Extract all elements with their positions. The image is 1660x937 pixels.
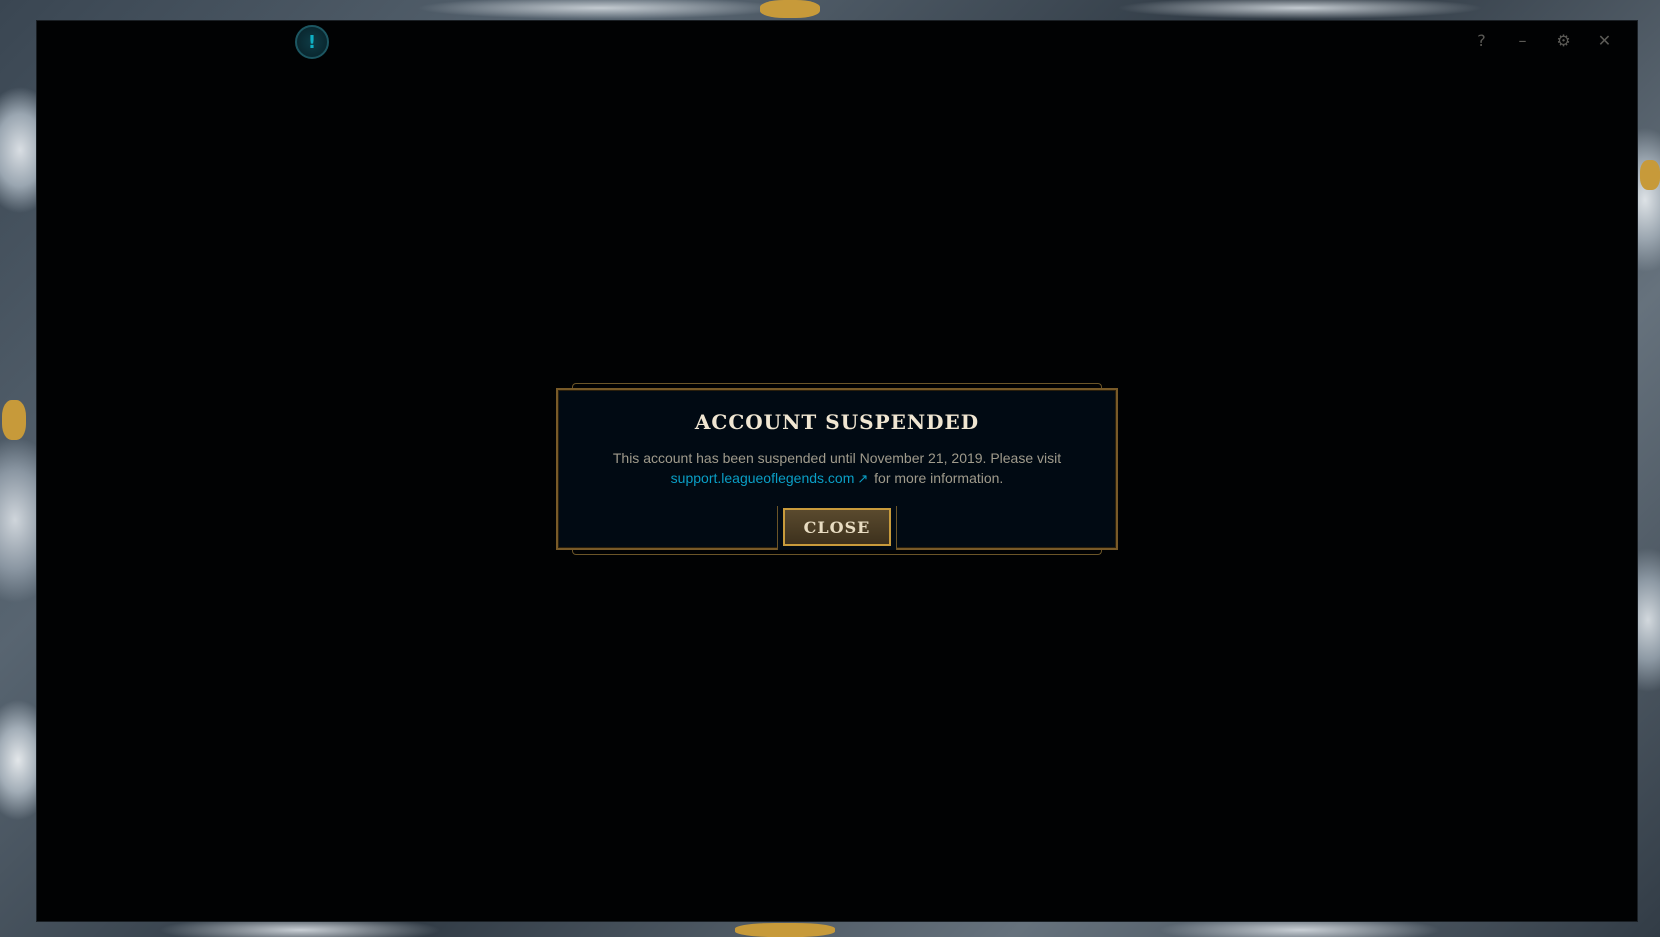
- message-text-before-link: This account has been suspended until No…: [612, 450, 1062, 466]
- window-controls: ? – ⚙ ✕: [1461, 27, 1625, 53]
- wallpaper-gold-ornament: [760, 0, 820, 18]
- wallpaper-gold-ornament: [2, 400, 26, 440]
- close-button[interactable]: CLOSE: [783, 508, 891, 546]
- settings-gear-icon[interactable]: ⚙: [1543, 27, 1584, 53]
- alert-icon[interactable]: !: [295, 25, 329, 59]
- external-link-icon[interactable]: ↗: [857, 471, 868, 486]
- modal-message: This account has been suspended until No…: [577, 448, 1097, 489]
- wallpaper-gold-ornament: [1640, 160, 1660, 190]
- close-button-holder: CLOSE: [777, 506, 897, 550]
- minimize-icon[interactable]: –: [1502, 27, 1543, 53]
- message-text-after-link: for more information.: [874, 470, 1004, 486]
- close-window-icon[interactable]: ✕: [1584, 27, 1625, 53]
- modal-title: ACCOUNT SUSPENDED: [694, 410, 980, 434]
- support-link[interactable]: support.leagueoflegends.com: [671, 470, 855, 486]
- account-suspended-modal: ACCOUNT SUSPENDED This account has been …: [556, 383, 1118, 555]
- league-client-window: ! ? – ⚙ ✕ ACCOUNT SUSPENDED This account…: [37, 21, 1637, 921]
- modal-panel: ACCOUNT SUSPENDED This account has been …: [556, 388, 1118, 550]
- wallpaper-gold-ornament: [735, 923, 835, 937]
- help-icon[interactable]: ?: [1461, 27, 1502, 53]
